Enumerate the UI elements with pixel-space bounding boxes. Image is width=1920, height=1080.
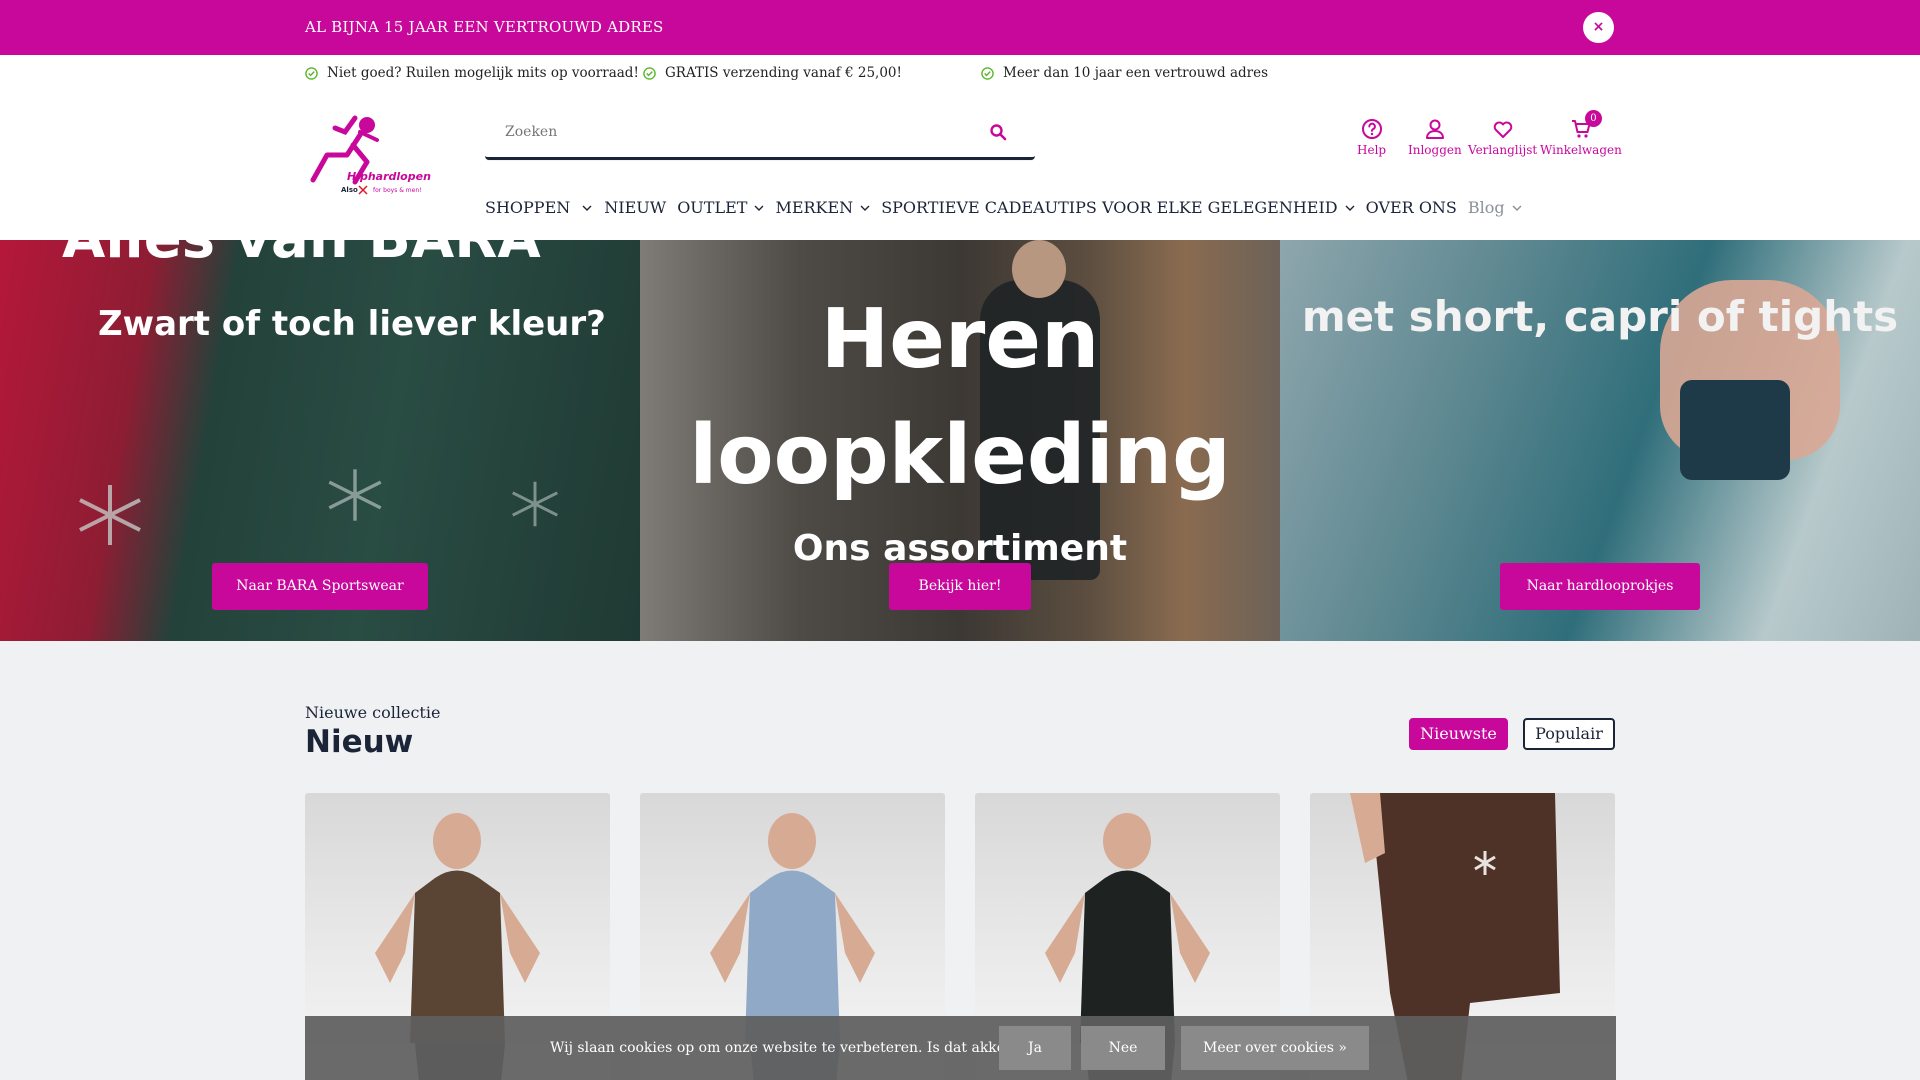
- nav-item-label: Blog: [1467, 198, 1505, 217]
- chevron-down-icon: [1512, 205, 1522, 211]
- site-header: Niet goed? Ruilen mogelijk mits op voorr…: [0, 55, 1920, 240]
- help-label: Help: [1357, 143, 1387, 157]
- usp-item: GRATIS verzending vanaf € 25,00!: [643, 65, 902, 81]
- nav-item-merken[interactable]: MERKEN: [775, 198, 870, 217]
- close-icon: ×: [1592, 19, 1605, 35]
- nav-item-label: OUTLET: [677, 198, 748, 217]
- bekijk-hier-button[interactable]: Bekijk hier!: [889, 563, 1031, 610]
- help-link[interactable]: Help: [1357, 118, 1386, 157]
- bara-sportswear-button[interactable]: Naar BARA Sportswear: [212, 563, 428, 610]
- hero-headline: Heren: [820, 292, 1100, 387]
- usp-text: Niet goed? Ruilen mogelijk mits op voorr…: [327, 65, 639, 81]
- nav-item-label: NIEUW: [604, 198, 667, 217]
- chevron-down-icon: [754, 205, 764, 211]
- nav-item-shoppen[interactable]: SHOPPEN: [485, 198, 592, 217]
- hero-banners: Alles van BARA Zwart of toch liever kleu…: [0, 240, 1920, 641]
- nav-item-label: SPORTIEVE CADEAUTIPS VOOR ELKE GELEGENHE…: [881, 198, 1338, 217]
- cookie-banner: Wij slaan cookies op om onze website te …: [305, 1016, 1616, 1080]
- cookie-accept-button[interactable]: Ja: [999, 1026, 1071, 1070]
- tab-nieuwste[interactable]: Nieuwste: [1409, 718, 1508, 750]
- usp-item: Meer dan 10 jaar een vertrouwd adres: [981, 65, 1268, 81]
- hero-banner-bara[interactable]: Alles van BARA Zwart of toch liever kleu…: [0, 240, 640, 641]
- nav-item-over-ons[interactable]: OVER ONS: [1366, 198, 1457, 217]
- svg-text:for boys & men!: for boys & men!: [373, 187, 422, 194]
- cookie-more-button[interactable]: Meer over cookies »: [1181, 1026, 1369, 1070]
- hardlooprokjes-button[interactable]: Naar hardlooprokjes: [1500, 563, 1700, 610]
- nav-item-label: SHOPPEN: [485, 198, 571, 217]
- section-subtitle: Nieuwe collectie: [305, 703, 441, 722]
- search-bar: [485, 106, 1035, 160]
- check-circle-icon: [981, 66, 994, 80]
- bara-logo-icon: [79, 485, 141, 545]
- bara-logo-icon: [512, 481, 558, 527]
- hero-banner-heren[interactable]: Heren loopkleding Ons assortiment Bekijk…: [640, 240, 1280, 641]
- runner-logo-icon: Hiphardlopen Also for boys & men!: [310, 115, 431, 195]
- cart-count-badge: 0: [1584, 110, 1602, 127]
- bara-logo-icon: [328, 469, 382, 521]
- wishlist-link[interactable]: Verlanglijst: [1468, 118, 1537, 157]
- hero-headline: met short, capri of tights: [1301, 292, 1899, 341]
- nav-item-label: MERKEN: [775, 198, 854, 217]
- hero-headline-2: loopkleding: [689, 408, 1231, 503]
- cookie-decline-button[interactable]: Nee: [1081, 1026, 1165, 1070]
- check-circle-icon: [305, 66, 318, 80]
- nav-item-cadeautips[interactable]: SPORTIEVE CADEAUTIPS VOOR ELKE GELEGENHE…: [881, 198, 1355, 217]
- model-head: [1012, 240, 1066, 298]
- nav-item-outlet[interactable]: OUTLET: [677, 198, 764, 217]
- login-label: Inloggen: [1408, 143, 1462, 157]
- search-input[interactable]: [485, 106, 965, 157]
- announcement-bar: AL BIJNA 15 JAAR EEN VERTROUWD ADRES ×: [0, 0, 1920, 55]
- nav-item-blog[interactable]: Blog: [1468, 198, 1522, 217]
- help-icon: [1361, 119, 1382, 139]
- usp-text: Meer dan 10 jaar een vertrouwd adres: [1003, 65, 1269, 81]
- tab-populair[interactable]: Populair: [1523, 718, 1615, 750]
- wishlist-label: Verlanglijst: [1468, 143, 1538, 157]
- site-logo[interactable]: Hiphardlopen Also for boys & men!: [305, 110, 445, 200]
- main-navigation: SHOPPEN NIEUW OUTLET MERKEN SPORTIEVE CA…: [485, 198, 1533, 217]
- chevron-down-icon: [1345, 205, 1355, 211]
- usp-item: Niet goed? Ruilen mogelijk mits op voorr…: [305, 65, 639, 81]
- nav-item-nieuw[interactable]: NIEUW: [604, 198, 666, 217]
- svg-text:Hiphardlopen: Hiphardlopen: [347, 170, 431, 183]
- cart-label: Winkelwagen: [1540, 143, 1622, 157]
- svg-text:Also: Also: [341, 186, 358, 194]
- chevron-down-icon: [860, 205, 870, 211]
- heart-icon: [1493, 121, 1512, 138]
- login-link[interactable]: Inloggen: [1408, 118, 1462, 157]
- section-title: Nieuw: [305, 724, 414, 760]
- announcement-text: AL BIJNA 15 JAAR EEN VERTROUWD ADRES: [305, 18, 664, 36]
- cart-link[interactable]: 0 Winkelwagen: [1540, 110, 1622, 157]
- hero-subheadline: Zwart of toch liever kleur?: [98, 304, 606, 344]
- hero-headline: Alles van BARA: [62, 240, 541, 271]
- cookie-text: Wij slaan cookies op om onze website te …: [550, 1040, 1037, 1056]
- usp-text: GRATIS verzending vanaf € 25,00!: [665, 65, 902, 81]
- check-circle-icon: [643, 66, 656, 80]
- phone-figure: [1680, 380, 1790, 480]
- nav-item-label: OVER ONS: [1365, 198, 1457, 217]
- user-icon: [1425, 119, 1444, 139]
- search-icon[interactable]: [989, 123, 1007, 141]
- close-announcement-button[interactable]: ×: [1583, 12, 1614, 43]
- chevron-down-icon: [582, 205, 592, 211]
- hero-banner-rokjes[interactable]: met short, capri of tights Naar hardloop…: [1280, 240, 1920, 641]
